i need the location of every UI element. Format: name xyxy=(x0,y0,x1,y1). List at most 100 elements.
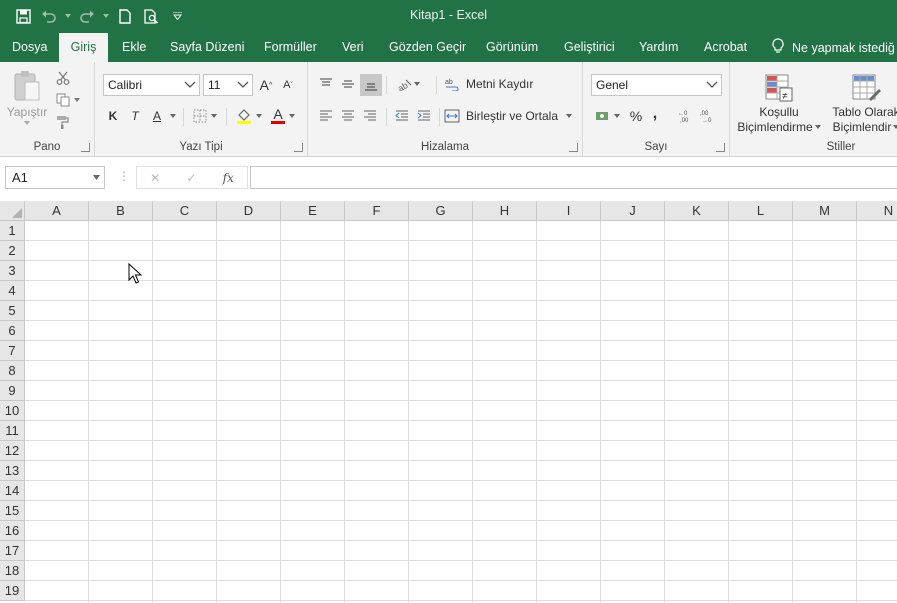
align-center-icon[interactable] xyxy=(338,106,358,126)
align-left-icon[interactable] xyxy=(316,106,336,126)
decrease-font-size-icon[interactable]: Aˇ xyxy=(279,75,297,95)
format-painter-icon[interactable] xyxy=(52,112,74,132)
number-format-select[interactable]: Genel xyxy=(591,74,722,96)
column-header-l[interactable]: L xyxy=(729,201,793,221)
column-header-f[interactable]: F xyxy=(345,201,409,221)
percent-style-button[interactable]: % xyxy=(627,106,645,126)
select-all-corner[interactable] xyxy=(0,201,25,221)
column-header-b[interactable]: B xyxy=(89,201,153,221)
font-name-select[interactable]: Calibri xyxy=(103,74,200,96)
column-header-k[interactable]: K xyxy=(665,201,729,221)
font-name-value: Calibri xyxy=(108,78,143,92)
row-header-17[interactable]: 17 xyxy=(0,541,25,561)
cells-area[interactable] xyxy=(25,221,897,603)
tab-giris[interactable]: Giriş xyxy=(59,33,108,62)
row-header-7[interactable]: 7 xyxy=(0,341,25,361)
column-header-e[interactable]: E xyxy=(281,201,345,221)
row-header-19[interactable]: 19 xyxy=(0,581,25,601)
tab-dosya[interactable]: Dosya xyxy=(2,33,57,62)
conditional-formatting-button[interactable]: ≠ Koşullu Biçimlendirme xyxy=(737,68,821,138)
borders-button[interactable] xyxy=(189,106,221,126)
tab-acrobat[interactable]: Acrobat xyxy=(694,33,757,62)
column-header-c[interactable]: C xyxy=(153,201,217,221)
font-size-select[interactable]: 11 xyxy=(203,74,253,96)
merge-center-button[interactable]: Birleştir ve Ortala xyxy=(444,106,574,126)
underline-button[interactable]: A xyxy=(147,106,167,126)
paste-button[interactable]: Yapıştır xyxy=(6,68,48,126)
font-color-button[interactable]: A xyxy=(267,106,299,126)
increase-indent-icon[interactable] xyxy=(414,106,434,126)
orientation-button[interactable]: ab xyxy=(392,74,424,94)
tab-veri[interactable]: Veri xyxy=(332,33,374,62)
number-launcher-icon[interactable] xyxy=(716,143,725,152)
row-header-11[interactable]: 11 xyxy=(0,421,25,441)
row-header-2[interactable]: 2 xyxy=(0,241,25,261)
row-header-4[interactable]: 4 xyxy=(0,281,25,301)
align-middle-icon[interactable] xyxy=(338,74,358,94)
column-header-j[interactable]: J xyxy=(601,201,665,221)
decrease-decimal-icon[interactable]: ,00 →0 xyxy=(699,106,719,126)
column-header-g[interactable]: G xyxy=(409,201,473,221)
formula-input[interactable] xyxy=(250,166,897,189)
column-header-n[interactable]: N xyxy=(857,201,897,221)
row-header-16[interactable]: 16 xyxy=(0,521,25,541)
tab-gelistirici[interactable]: Geliştirici xyxy=(554,33,625,62)
merge-center-icon xyxy=(444,109,460,123)
font-group: Calibri 11 A ^ Aˇ K T A A Yazı Tipi xyxy=(95,62,308,157)
tab-gorunum[interactable]: Görünüm xyxy=(476,33,548,62)
comma-style-button[interactable]: , xyxy=(647,104,663,124)
cut-icon[interactable] xyxy=(52,68,74,88)
increase-decimal-icon[interactable]: ←0,00 xyxy=(677,106,697,126)
formula-bar: A1 ⋮ ✕ ✓ fx xyxy=(0,157,897,199)
row-header-9[interactable]: 9 xyxy=(0,381,25,401)
bold-button[interactable]: K xyxy=(103,106,123,126)
formula-icons: ✕ ✓ fx xyxy=(136,166,248,189)
increase-font-size-icon[interactable]: A ^ xyxy=(257,75,275,95)
row-header-3[interactable]: 3 xyxy=(0,261,25,281)
row-header-13[interactable]: 13 xyxy=(0,461,25,481)
fill-color-button[interactable] xyxy=(233,106,265,126)
row-header-6[interactable]: 6 xyxy=(0,321,25,341)
italic-button[interactable]: T xyxy=(125,106,145,126)
window-title: Kitap1 - Excel xyxy=(409,8,488,22)
clipboard-launcher-icon[interactable] xyxy=(81,143,90,152)
name-box[interactable]: A1 xyxy=(5,166,105,189)
column-header-a[interactable]: A xyxy=(25,201,89,221)
column-header-d[interactable]: D xyxy=(217,201,281,221)
column-header-m[interactable]: M xyxy=(793,201,857,221)
clipboard-group-label: Pano xyxy=(33,141,61,153)
wrap-text-button[interactable]: ab Metni Kaydır xyxy=(444,74,544,94)
tab-ekle[interactable]: Ekle xyxy=(112,33,156,62)
tell-me-box[interactable]: Ne yapmak istediğ xyxy=(772,33,895,62)
row-header-14[interactable]: 14 xyxy=(0,481,25,501)
row-header-12[interactable]: 12 xyxy=(0,441,25,461)
alignment-launcher-icon[interactable] xyxy=(569,143,578,152)
align-right-icon[interactable] xyxy=(360,106,380,126)
column-header-i[interactable]: I xyxy=(537,201,601,221)
tab-gozden-gecir[interactable]: Gözden Geçir xyxy=(379,33,476,62)
align-top-icon[interactable] xyxy=(316,74,336,94)
row-header-15[interactable]: 15 xyxy=(0,501,25,521)
cancel-icon[interactable]: ✕ xyxy=(150,171,160,185)
row-header-1[interactable]: 1 xyxy=(0,221,25,241)
row-header-10[interactable]: 10 xyxy=(0,401,25,421)
more-options-icon[interactable]: ⋮ xyxy=(118,169,130,183)
ribbon-tabs: Dosya Giriş Ekle Sayfa Düzeni Formüller … xyxy=(0,33,897,62)
insert-function-icon[interactable]: fx xyxy=(223,171,234,185)
format-as-table-button[interactable]: Tablo Olarak Biçimlendir xyxy=(826,68,897,138)
accounting-format-button[interactable] xyxy=(591,106,623,126)
align-bottom-icon[interactable] xyxy=(360,74,382,96)
column-header-h[interactable]: H xyxy=(473,201,537,221)
copy-icon[interactable] xyxy=(52,90,84,110)
decrease-indent-icon[interactable] xyxy=(392,106,412,126)
enter-icon[interactable]: ✓ xyxy=(186,171,196,185)
font-size-value: 11 xyxy=(208,78,221,92)
row-header-18[interactable]: 18 xyxy=(0,561,25,581)
tab-yardim[interactable]: Yardım xyxy=(629,33,688,62)
font-launcher-icon[interactable] xyxy=(294,143,303,152)
tab-formuller[interactable]: Formüller xyxy=(254,33,327,62)
row-header-8[interactable]: 8 xyxy=(0,361,25,381)
row-header-5[interactable]: 5 xyxy=(0,301,25,321)
underline-dropdown-icon[interactable] xyxy=(168,106,178,126)
tab-sayfa-duzeni[interactable]: Sayfa Düzeni xyxy=(160,33,254,62)
